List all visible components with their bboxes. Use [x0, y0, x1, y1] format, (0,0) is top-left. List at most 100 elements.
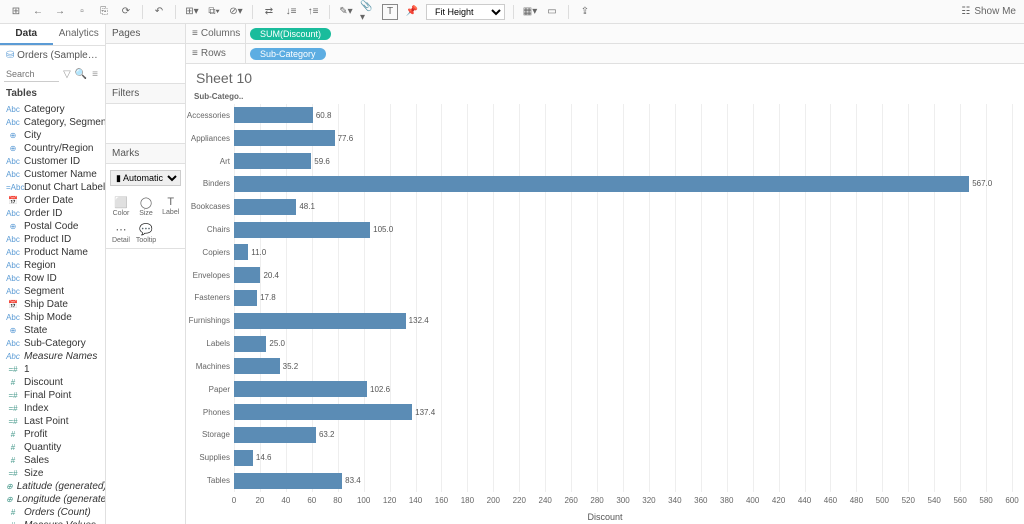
new-worksheet-icon[interactable]: ⊞▾: [184, 4, 200, 20]
logo-icon[interactable]: ⊞: [8, 4, 24, 20]
field-item[interactable]: #Quantity: [0, 441, 105, 454]
bar-row[interactable]: Furnishings132.4: [234, 309, 1012, 332]
datasource-item[interactable]: ⛁ Orders (Sample - Supe...: [0, 46, 105, 65]
field-item[interactable]: AbcRow ID: [0, 272, 105, 285]
bar[interactable]: [234, 313, 406, 329]
field-item[interactable]: #Profit: [0, 428, 105, 441]
bar[interactable]: [234, 176, 969, 192]
field-item[interactable]: AbcMeasure Names: [0, 350, 105, 363]
field-item[interactable]: AbcSegment: [0, 285, 105, 298]
bar[interactable]: [234, 199, 296, 215]
field-item[interactable]: AbcSub-Category: [0, 337, 105, 350]
search-input[interactable]: [4, 67, 59, 82]
plot-area[interactable]: Accessories60.8Appliances77.6Art59.6Bind…: [234, 104, 1012, 492]
field-item[interactable]: AbcCustomer ID: [0, 155, 105, 168]
bar-row[interactable]: Bookcases48.1: [234, 195, 1012, 218]
bar[interactable]: [234, 267, 260, 283]
fit-select[interactable]: Fit Height: [426, 4, 505, 20]
field-item[interactable]: =#Index: [0, 402, 105, 415]
field-item[interactable]: #Sales: [0, 454, 105, 467]
bar[interactable]: [234, 130, 335, 146]
bar-row[interactable]: Phones137.4: [234, 401, 1012, 424]
mark-type-select[interactable]: ▮ Automatic: [110, 170, 181, 186]
pin-icon[interactable]: 📌: [404, 4, 420, 20]
field-item[interactable]: 📅Order Date: [0, 194, 105, 207]
field-item[interactable]: ⊕Postal Code: [0, 220, 105, 233]
forward-icon[interactable]: →: [52, 4, 68, 20]
field-item[interactable]: ⊕State: [0, 324, 105, 337]
new-data-icon[interactable]: ⎘: [96, 4, 112, 20]
bar-row[interactable]: Chairs105.0: [234, 218, 1012, 241]
clear-icon[interactable]: ⊘▾: [228, 4, 244, 20]
field-item[interactable]: =#1: [0, 363, 105, 376]
field-item[interactable]: #Orders (Count): [0, 506, 105, 519]
field-item[interactable]: AbcRegion: [0, 259, 105, 272]
filter-icon[interactable]: ▽: [61, 69, 73, 81]
field-item[interactable]: =AbcDonut Chart Label: [0, 181, 105, 194]
field-item[interactable]: =#Size: [0, 467, 105, 480]
mark-detail[interactable]: ⋯Detail: [110, 221, 132, 246]
label-icon[interactable]: T: [382, 4, 398, 20]
field-item[interactable]: 📅Ship Date: [0, 298, 105, 311]
field-item[interactable]: AbcCategory, Segment, Sub...: [0, 116, 105, 129]
bar[interactable]: [234, 427, 316, 443]
field-item[interactable]: ⊕Latitude (generated): [0, 480, 105, 493]
bar[interactable]: [234, 244, 248, 260]
mark-tooltip[interactable]: 💬Tooltip: [134, 221, 158, 246]
field-item[interactable]: AbcProduct ID: [0, 233, 105, 246]
bar-row[interactable]: Art59.6: [234, 150, 1012, 173]
bar[interactable]: [234, 153, 311, 169]
mark-label[interactable]: TLabel: [160, 194, 181, 219]
tab-data[interactable]: Data: [0, 24, 53, 45]
cards-icon[interactable]: ▦▾: [522, 4, 538, 20]
columns-pill[interactable]: SUM(Discount): [250, 28, 331, 40]
swap-icon[interactable]: ⇄: [261, 4, 277, 20]
bar[interactable]: [234, 450, 253, 466]
bar-row[interactable]: Accessories60.8: [234, 104, 1012, 127]
refresh-icon[interactable]: ⟳: [118, 4, 134, 20]
duplicate-icon[interactable]: ⧉▾: [206, 4, 222, 20]
bar-row[interactable]: Envelopes20.4: [234, 264, 1012, 287]
field-item[interactable]: =#Final Point: [0, 389, 105, 402]
field-item[interactable]: =#Last Point: [0, 415, 105, 428]
field-item[interactable]: AbcProduct Name: [0, 246, 105, 259]
field-item[interactable]: ⊕City: [0, 129, 105, 142]
bar-row[interactable]: Machines35.2: [234, 355, 1012, 378]
find-icon[interactable]: 🔍: [75, 69, 87, 81]
bar-row[interactable]: Labels25.0: [234, 332, 1012, 355]
bar[interactable]: [234, 336, 266, 352]
bar-row[interactable]: Storage63.2: [234, 424, 1012, 447]
field-item[interactable]: #Measure Values: [0, 519, 105, 524]
bar[interactable]: [234, 381, 367, 397]
field-item[interactable]: AbcShip Mode: [0, 311, 105, 324]
field-item[interactable]: ⊕Country/Region: [0, 142, 105, 155]
bar-row[interactable]: Paper102.6: [234, 378, 1012, 401]
rows-shelf[interactable]: ≡Rows Sub-Category: [186, 44, 1024, 64]
mark-size[interactable]: ◯Size: [134, 194, 158, 219]
field-item[interactable]: AbcCustomer Name: [0, 168, 105, 181]
bar[interactable]: [234, 358, 280, 374]
tab-analytics[interactable]: Analytics: [53, 24, 106, 45]
mark-color[interactable]: ⬜Color: [110, 194, 132, 219]
sheet-title[interactable]: Sheet 10: [186, 64, 1024, 92]
sort-asc-icon[interactable]: ↓≡: [283, 4, 299, 20]
bar-row[interactable]: Fasteners17.8: [234, 287, 1012, 310]
present-icon[interactable]: ▭: [544, 4, 560, 20]
bar[interactable]: [234, 404, 412, 420]
back-icon[interactable]: ←: [30, 4, 46, 20]
pages-shelf[interactable]: [106, 44, 185, 84]
field-item[interactable]: #Discount: [0, 376, 105, 389]
filters-shelf[interactable]: [106, 104, 185, 144]
bar-row[interactable]: Appliances77.6: [234, 127, 1012, 150]
sort-desc-icon[interactable]: ↑≡: [305, 4, 321, 20]
bar-row[interactable]: Tables83.4: [234, 469, 1012, 492]
bar[interactable]: [234, 290, 257, 306]
show-me-button[interactable]: ☷ Show Me: [961, 6, 1016, 17]
rows-pill[interactable]: Sub-Category: [250, 48, 326, 60]
field-item[interactable]: AbcOrder ID: [0, 207, 105, 220]
field-item[interactable]: ⊕Longitude (generated): [0, 493, 105, 506]
bar-row[interactable]: Copiers11.0: [234, 241, 1012, 264]
menu-icon[interactable]: ≡: [89, 69, 101, 81]
group-icon[interactable]: 📎▾: [360, 4, 376, 20]
highlight-icon[interactable]: ✎▾: [338, 4, 354, 20]
